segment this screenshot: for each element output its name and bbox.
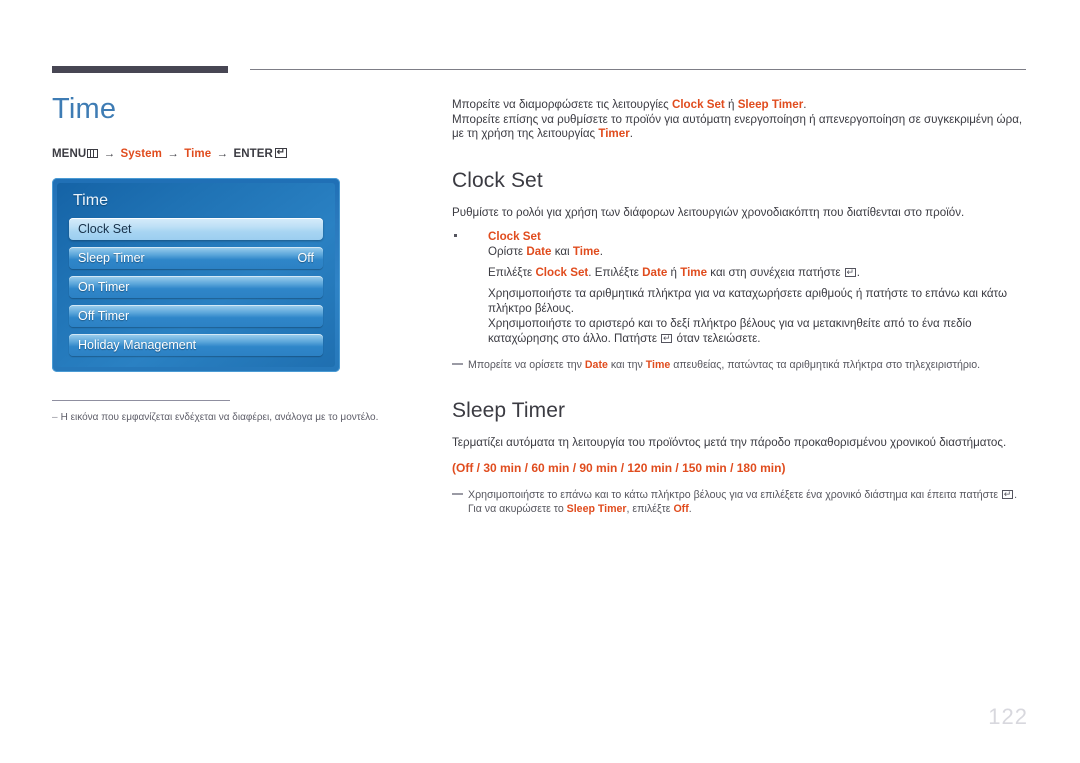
osd-menu-inner: Time Clock Set Sleep Timer Off On Timer … — [57, 183, 335, 367]
note-dash-icon — [452, 492, 463, 495]
osd-row-label: On Timer — [78, 280, 130, 294]
enter-return-icon: ↵ — [1002, 489, 1014, 499]
note-b: και την — [607, 359, 646, 372]
sleep-timer-options: (Off / 30 min / 60 min / 90 min / 120 mi… — [452, 460, 786, 475]
note-time: Time — [645, 359, 671, 372]
enter-return-icon: ↵ — [844, 268, 856, 278]
b-l2-c: ή — [667, 266, 681, 280]
osd-row-value: Off — [297, 251, 314, 265]
b-l2-time: Time — [680, 266, 708, 280]
page-number: 122 — [988, 704, 1028, 729]
b-l1-a: Ορίστε — [488, 245, 527, 259]
b-l1-b: και — [551, 245, 573, 259]
osd-row-off-timer[interactable]: Off Timer — [69, 305, 323, 327]
intro-l2-text-a: Μπορείτε επίσης να ρυθμίσετε το προϊόν γ… — [452, 112, 1023, 141]
bullet-title-clock-set: Clock Set — [488, 230, 541, 244]
bullet-lines-clock-set: Ορίστε Date και Time. Επιλέξτε Clock Set… — [466, 244, 1028, 346]
section-heading-sleep-timer: Sleep Timer — [452, 399, 566, 423]
right-column: Μπορείτε να διαμορφώσετε τις λειτουργίες… — [452, 98, 1028, 516]
note-c: απευθείας, πατώντας τα αριθμητικά πλήκτρ… — [670, 359, 981, 372]
header-rules — [0, 0, 1080, 80]
b-l2-clock-set: Clock Set — [535, 266, 589, 280]
osd-row-label: Sleep Timer — [78, 251, 145, 265]
menu-path-prefix: MENU — [52, 148, 87, 160]
osd-menu-panel: Time Clock Set Sleep Timer Off On Timer … — [52, 178, 340, 372]
intro-l1-clock-set: Clock Set — [671, 98, 725, 111]
st-note-sleep-timer: Sleep Timer — [566, 502, 627, 515]
left-footnote-dash: – — [52, 412, 58, 423]
enter-return-icon: ↵ — [661, 334, 673, 344]
b-l1-time: Time — [572, 245, 600, 259]
sleep-timer-note: Χρησιμοποιήστε το επάνω και το κάτω πλήκ… — [452, 488, 1028, 516]
osd-row-label: Clock Set — [78, 222, 132, 236]
sleep-timer-description-wrap: Τερματίζει αυτόματα τη λειτουργία του πρ… — [452, 436, 1028, 451]
bullet-line-3: Χρησιμοποιήστε τα αριθμητικά πλήκτρα για… — [488, 287, 1008, 316]
menu-path-breadcrumb: MENU → System → Time → ENTER ↵ — [52, 148, 424, 160]
bullet-line-1: Ορίστε Date και Time. — [488, 244, 1028, 259]
left-footnote: – Η εικόνα που εμφανίζεται ενδέχεται να δ… — [52, 411, 424, 425]
clock-set-description: Ρυθμίστε το ρολόι για χρήση των διάφορων… — [452, 205, 965, 219]
header-rule-thin — [250, 69, 1026, 70]
note-date: Date — [584, 359, 608, 372]
osd-row-label: Off Timer — [78, 309, 130, 323]
breadcrumb-enter-label: ENTER — [233, 148, 273, 160]
b-l2-a: Επιλέξτε — [488, 266, 536, 280]
breadcrumb-step-time[interactable]: Time — [184, 148, 211, 160]
b-l2-b: . Επιλέξτε — [588, 266, 643, 280]
b-l2-d: και στη συνέχεια πατήστε — [707, 266, 844, 280]
clock-set-note: Μπορείτε να ορίσετε την Date και την Tim… — [452, 358, 1028, 372]
osd-row-label: Holiday Management — [78, 338, 197, 352]
b-l1-c: . — [599, 245, 603, 259]
page-title: Time — [52, 93, 117, 125]
osd-row-on-timer[interactable]: On Timer — [69, 276, 323, 298]
b-l2-e: . — [856, 266, 860, 280]
left-note-divider — [52, 400, 230, 401]
clock-set-description-wrap: Ρυθμίστε το ρολόι για χρήση των διάφορων… — [452, 206, 1028, 221]
intro-l1-text-a: Μπορείτε να διαμορφώσετε τις λειτουργίες — [452, 98, 672, 111]
breadcrumb-arrow-3: → — [216, 148, 229, 160]
section-heading-clock-set: Clock Set — [452, 168, 543, 192]
sleep-timer-description: Τερματίζει αυτόματα τη λειτουργία του πρ… — [452, 436, 1007, 450]
osd-row-sleep-timer[interactable]: Sleep Timer Off — [69, 247, 323, 269]
intro-l1-text-b: ή — [724, 98, 738, 111]
menu-grid-icon — [87, 149, 99, 158]
intro-l2-text-b: . — [629, 127, 633, 141]
intro-line-1: Μπορείτε να διαμορφώσετε τις λειτουργίες… — [452, 98, 1028, 113]
left-footnote-text: Η εικόνα που εμφανίζεται ενδέχεται να δι… — [60, 412, 379, 423]
osd-menu-title: Time — [73, 192, 108, 209]
note-a: Μπορείτε να ορίσετε την — [468, 359, 585, 372]
osd-row-holiday-management[interactable]: Holiday Management — [69, 334, 323, 356]
b-l4-b: όταν τελειώσετε. — [673, 332, 761, 346]
osd-row-clock-set[interactable]: Clock Set — [69, 218, 323, 240]
intro-line-2: Μπορείτε επίσης να ρυθμίσετε το προϊόν γ… — [452, 113, 1028, 142]
bullet-line-2: Επιλέξτε Clock Set. Επιλέξτε Date ή Time… — [488, 265, 1028, 280]
st-note-off: Off — [673, 502, 689, 515]
b-l2-date: Date — [642, 266, 668, 280]
breadcrumb-step-system[interactable]: System — [120, 148, 162, 160]
breadcrumb-arrow-1: → — [103, 148, 116, 160]
clock-set-bullet-block: Clock Set Ορίστε Date και Time. Επιλέξτε… — [452, 229, 1028, 346]
breadcrumb-arrow-2: → — [167, 148, 179, 160]
st-note-c: , επιλέξτε — [626, 502, 674, 515]
left-column: Time MENU → System → Time → ENTER ↵ Time … — [52, 92, 424, 425]
intro-l1-sleep-timer: Sleep Timer — [737, 98, 804, 111]
note-dash-icon — [452, 363, 463, 365]
intro-l2-timer: Timer — [598, 127, 630, 141]
bullet-line-4: Χρησιμοποιήστε το αριστερό και το δεξί π… — [488, 316, 1028, 346]
header-rule-thick — [52, 66, 228, 73]
st-note-a: Χρησιμοποιήστε το επάνω και το κάτω πλήκ… — [468, 488, 1002, 501]
intro-l1-text-c: . — [803, 98, 807, 111]
enter-return-icon: ↵ — [274, 148, 287, 158]
b-l1-date: Date — [526, 245, 552, 259]
intro-paragraph: Μπορείτε να διαμορφώσετε τις λειτουργίες… — [452, 98, 1028, 142]
bullet-dot-icon — [454, 234, 457, 237]
st-note-d: . — [688, 502, 692, 515]
